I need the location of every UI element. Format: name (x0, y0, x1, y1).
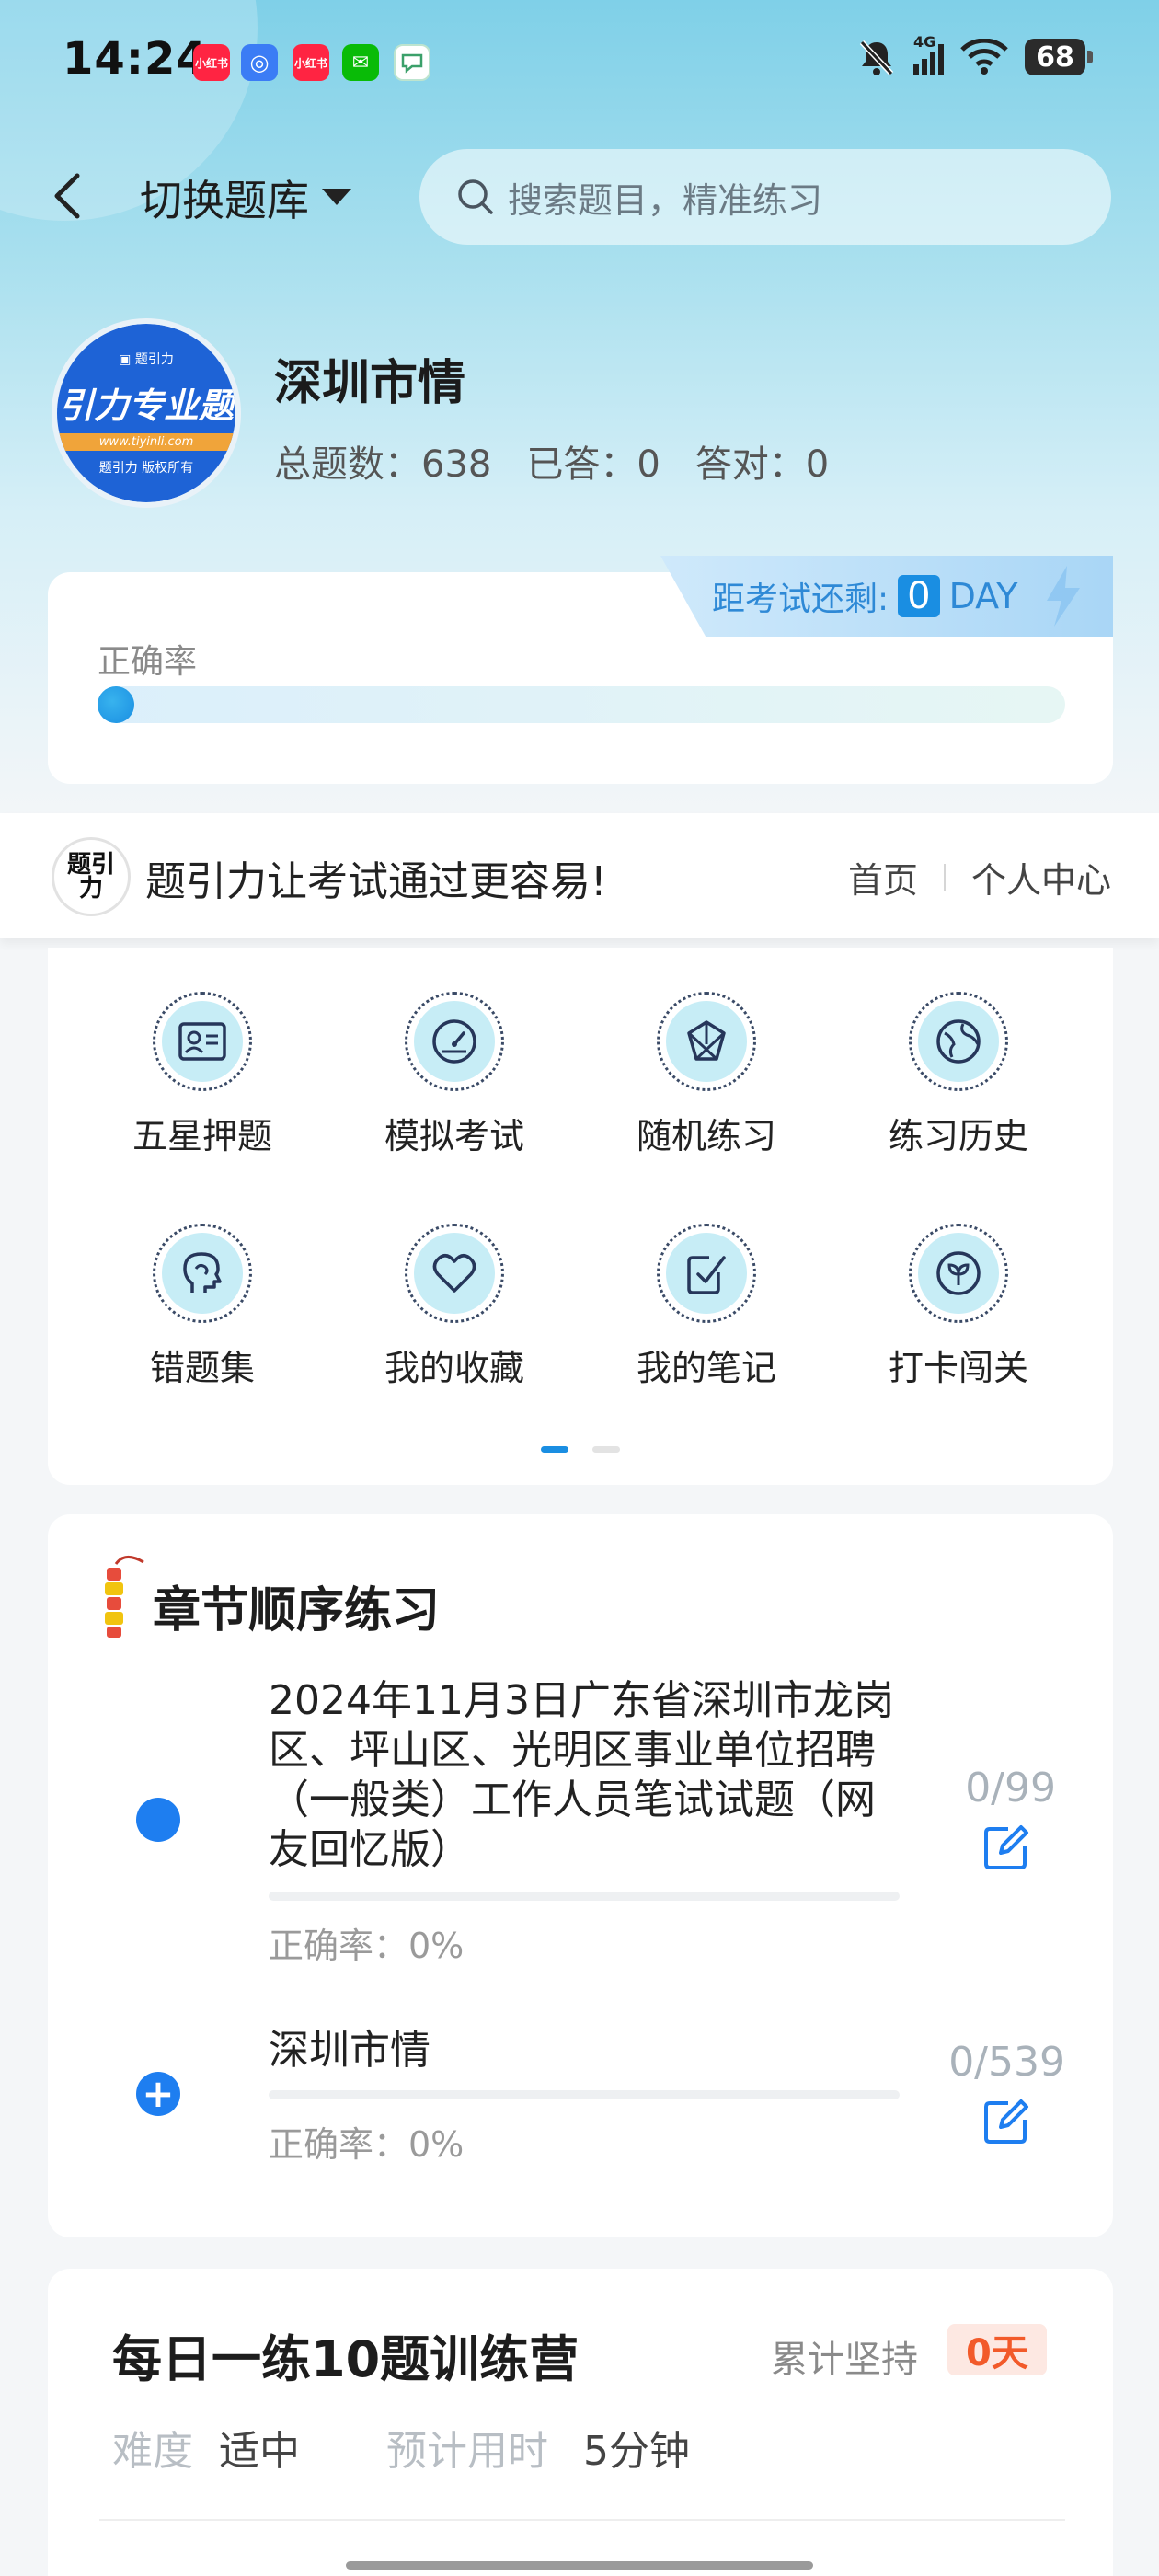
persist-label: 累计坚持 (771, 2339, 918, 2381)
grid-label: 随机练习 (636, 1116, 776, 1156)
xiaohongshu-icon: 小红书 (293, 44, 329, 81)
difficulty-label: 难度 (112, 2428, 193, 2475)
xiaohongshu-icon: 小红书 (193, 44, 230, 81)
grid-label: 错题集 (149, 1348, 255, 1388)
bank-avatar: ▣ 题引力 引力专业题 www.tiyinli.com 题引力 版权所有 (52, 318, 241, 508)
head-icon (183, 1252, 222, 1293)
signal-icon: 4G (913, 33, 944, 75)
edit-icon[interactable] (981, 1822, 1032, 1873)
search-input[interactable]: 搜索题目，精准练习 (419, 149, 1111, 245)
grid-item-mock-exam[interactable]: 模拟考试 (344, 992, 565, 1158)
chapter-accuracy: 正确率：0% (269, 1926, 465, 1966)
avatar-url: www.tiyinli.com (57, 433, 235, 451)
grid-item-notes[interactable]: 我的笔记 (596, 1224, 817, 1390)
page: 14:24 小红书 ◎ 小红书 ✉ 4G 68 切换题库 搜索题目，精准练习 ▣… (0, 0, 1159, 2576)
battery-indicator: 68 (1025, 39, 1093, 75)
exam-countdown: 距考试还剩: 0 DAY (660, 556, 1113, 637)
grid-item-checkin[interactable]: 打卡闯关 (848, 1224, 1069, 1390)
grid-label: 练习历史 (888, 1116, 1028, 1156)
grid-label: 模拟考试 (384, 1116, 524, 1156)
wechat-icon: ✉ (342, 44, 379, 81)
switch-bank-dropdown[interactable]: 切换题库 (140, 167, 351, 228)
bank-title: 深圳市情 (274, 356, 466, 411)
back-button[interactable] (52, 164, 107, 228)
grid-label: 打卡闯关 (888, 1348, 1028, 1388)
avatar-copyright: 题引力 版权所有 (98, 461, 194, 476)
search-placeholder: 搜索题目，精准练习 (508, 179, 823, 221)
grid-item-random-practice[interactable]: 随机练习 (596, 992, 817, 1158)
edit-icon[interactable] (981, 2096, 1032, 2147)
nav-divider (943, 863, 946, 891)
nav-home-link[interactable]: 首页 (848, 852, 918, 903)
speedometer-icon (432, 1019, 476, 1064)
brand-logo-text: 题引力 (66, 851, 115, 903)
pager-dot-active[interactable] (541, 1446, 568, 1453)
pager-dot[interactable] (592, 1446, 620, 1453)
countdown-label: 距考试还剩: (712, 581, 889, 618)
grid-item-five-star[interactable]: 五星押题 (92, 992, 313, 1158)
grid-item-favorites[interactable]: 我的收藏 (344, 1224, 565, 1390)
avatar-logo-icon: ▣ 题引力 (119, 352, 174, 367)
chapter-accuracy: 正确率：0% (269, 2124, 465, 2165)
countdown-unit: DAY (948, 576, 1018, 616)
note-check-icon (687, 1256, 726, 1294)
chapter-expand-dot[interactable] (136, 1798, 180, 1842)
accuracy-progress-indicator (98, 686, 134, 723)
daily-title: 每日一练10题训练营 (112, 2330, 580, 2388)
grid-item-practice-history[interactable]: 练习历史 (848, 992, 1069, 1158)
avatar-brand: 引力专业题 (58, 385, 234, 426)
chapter-progress-bar (269, 2090, 900, 2099)
time-label: 预计用时 (386, 2428, 548, 2475)
nav-profile-link[interactable]: 个人中心 (971, 852, 1111, 903)
message-icon (394, 44, 430, 81)
persist-days-badge: 0天 (947, 2324, 1047, 2375)
accuracy-progress-track (98, 686, 1065, 723)
countdown-value: 0 (898, 575, 940, 617)
search-icon (458, 179, 493, 214)
bank-stats: 总题数：638 已答：0 答对：0 (274, 434, 829, 488)
chapter-count: 0/539 (948, 2039, 1065, 2086)
status-icons: 4G 68 (856, 33, 1093, 77)
id-card-icon (178, 1022, 226, 1061)
home-indicator[interactable] (346, 2561, 813, 2570)
grid-item-wrong-questions[interactable]: 错题集 (92, 1224, 313, 1390)
grid-label: 五星押题 (132, 1116, 272, 1156)
status-time: 14:24 (63, 33, 208, 85)
leaf-icon (936, 1251, 981, 1295)
heart-icon (432, 1254, 476, 1293)
correct-count: 答对：0 (694, 443, 830, 486)
daily-practice-card[interactable] (48, 2269, 1113, 2576)
answered-count: 已答：0 (526, 443, 660, 486)
switch-bank-label: 切换题库 (140, 176, 309, 225)
chapter-add-button[interactable]: + (136, 2072, 180, 2116)
shuffle-icon (687, 1020, 726, 1061)
brand-logo: 题引力 (52, 837, 131, 916)
mute-bell-icon (859, 40, 894, 76)
difficulty-value: 适中 (219, 2428, 300, 2475)
firecracker-icon (105, 1556, 144, 1638)
total-count: 总题数：638 (274, 443, 492, 486)
chapter-count: 0/99 (965, 1765, 1056, 1811)
accuracy-label: 正确率 (98, 643, 198, 681)
grid-label: 我的收藏 (384, 1348, 524, 1388)
chapter-progress-bar (269, 1892, 900, 1901)
app-icon: ◎ (241, 44, 278, 81)
chevron-left-icon (54, 173, 80, 219)
lightning-icon (1047, 566, 1081, 627)
globe-icon (936, 1019, 981, 1064)
chapter-item-title[interactable]: 2024年11月3日广东省深圳市龙岗区、坪山区、光明区事业单位招聘（一般类）工作… (269, 1676, 903, 1875)
caret-down-icon (322, 189, 351, 205)
chapter-section-title: 章节顺序练习 (153, 1583, 441, 1639)
banner-slogan: 题引力让考试通过更容易! (145, 858, 607, 905)
wifi-icon (960, 39, 1008, 75)
time-value: 5分钟 (583, 2428, 690, 2475)
chapter-item-title[interactable]: 深圳市情 (269, 2026, 903, 2076)
banner-nav: 首页 个人中心 (848, 852, 1111, 903)
divider (99, 2519, 1065, 2521)
grid-label: 我的笔记 (636, 1348, 776, 1388)
